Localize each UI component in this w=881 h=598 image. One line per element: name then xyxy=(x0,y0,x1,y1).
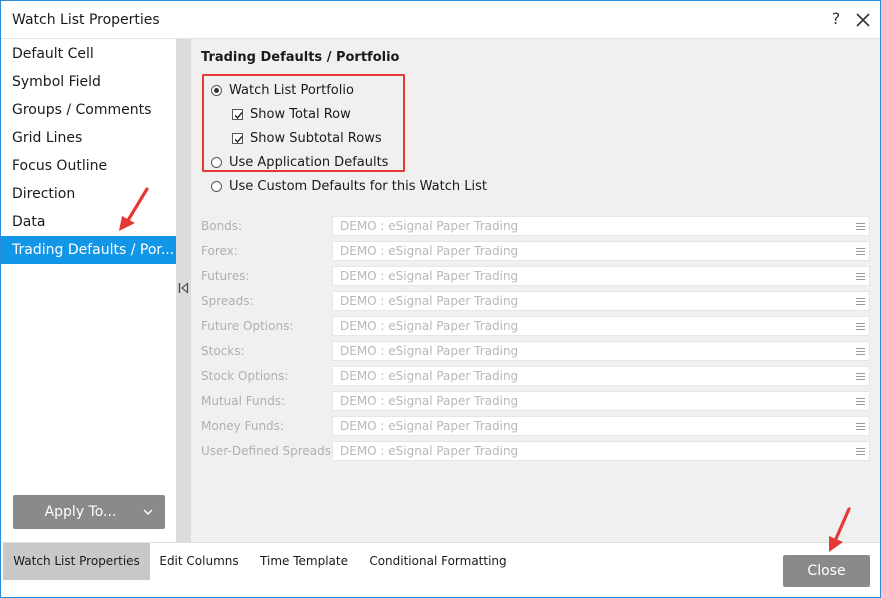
radio-unselected-icon xyxy=(211,181,222,192)
sidebar-item-groups-comments[interactable]: Groups / Comments xyxy=(1,96,176,124)
tab-edit-columns[interactable]: Edit Columns xyxy=(154,543,244,580)
use-custom-defaults-label: Use Custom Defaults for this Watch List xyxy=(229,179,487,194)
stock-options-label: Stock Options: xyxy=(201,369,289,383)
stocks-account-value: DEMO : eSignal Paper Trading xyxy=(340,344,519,358)
close-button[interactable]: Close xyxy=(783,555,870,587)
forex-label: Forex: xyxy=(201,244,238,258)
future-options-account-field[interactable]: DEMO : eSignal Paper Trading xyxy=(332,316,870,336)
menu-icon[interactable] xyxy=(856,372,865,381)
stock-options-account-value: DEMO : eSignal Paper Trading xyxy=(340,369,519,383)
watch-list-properties-dialog: Watch List Properties ? Default Cell Sym… xyxy=(0,0,881,598)
spreads-label: Spreads: xyxy=(201,294,254,308)
radio-unselected-icon xyxy=(211,157,222,168)
dialog-title: Watch List Properties xyxy=(12,12,160,28)
futures-label: Futures: xyxy=(201,269,250,283)
sidebar-item-grid-lines[interactable]: Grid Lines xyxy=(1,124,176,152)
spreads-account-value: DEMO : eSignal Paper Trading xyxy=(340,294,519,308)
bottom-bar: Watch List Properties Edit Columns Time … xyxy=(1,542,880,597)
apply-to-button[interactable]: Apply To... xyxy=(13,495,165,529)
help-button[interactable]: ? xyxy=(827,9,845,28)
stock-options-account-field[interactable]: DEMO : eSignal Paper Trading xyxy=(332,366,870,386)
radio-selected-icon xyxy=(211,85,222,96)
money-funds-account-value: DEMO : eSignal Paper Trading xyxy=(340,419,519,433)
section-title: Trading Defaults / Portfolio xyxy=(201,50,400,65)
mutual-funds-label: Mutual Funds: xyxy=(201,394,286,408)
future-options-label: Future Options: xyxy=(201,319,294,333)
trading-defaults-panel: Trading Defaults / Portfolio Watch List … xyxy=(191,39,880,542)
menu-icon[interactable] xyxy=(856,397,865,406)
stocks-label: Stocks: xyxy=(201,344,245,358)
use-application-defaults-label: Use Application Defaults xyxy=(229,155,389,170)
menu-icon[interactable] xyxy=(856,222,865,231)
sidebar-item-focus-outline[interactable]: Focus Outline xyxy=(1,152,176,180)
futures-account-value: DEMO : eSignal Paper Trading xyxy=(340,269,519,283)
panel-splitter[interactable] xyxy=(176,39,191,542)
user-defined-spreads-label: User-Defined Spreads: xyxy=(201,444,336,458)
tab-watch-list-properties[interactable]: Watch List Properties xyxy=(3,543,150,580)
money-funds-account-field[interactable]: DEMO : eSignal Paper Trading xyxy=(332,416,870,436)
stocks-account-field[interactable]: DEMO : eSignal Paper Trading xyxy=(332,341,870,361)
show-subtotal-rows-label: Show Subtotal Rows xyxy=(250,131,382,146)
menu-icon[interactable] xyxy=(856,272,865,281)
close-icon[interactable] xyxy=(853,10,873,30)
menu-icon[interactable] xyxy=(856,447,865,456)
bonds-account-field[interactable]: DEMO : eSignal Paper Trading xyxy=(332,216,870,236)
user-defined-spreads-account-value: DEMO : eSignal Paper Trading xyxy=(340,444,519,458)
sidebar-item-direction[interactable]: Direction xyxy=(1,180,176,208)
show-total-row-label: Show Total Row xyxy=(250,107,351,122)
future-options-account-value: DEMO : eSignal Paper Trading xyxy=(340,319,519,333)
mutual-funds-account-field[interactable]: DEMO : eSignal Paper Trading xyxy=(332,391,870,411)
checkbox-checked-icon xyxy=(232,109,243,120)
tab-conditional-formatting[interactable]: Conditional Formatting xyxy=(367,543,509,580)
forex-account-value: DEMO : eSignal Paper Trading xyxy=(340,244,519,258)
chevron-down-icon[interactable] xyxy=(142,506,154,518)
sidebar-item-trading-defaults[interactable]: Trading Defaults / Por... xyxy=(1,236,176,264)
sidebar-item-symbol-field[interactable]: Symbol Field xyxy=(1,68,176,96)
money-funds-label: Money Funds: xyxy=(201,419,284,433)
tab-time-template[interactable]: Time Template xyxy=(257,543,351,580)
menu-icon[interactable] xyxy=(856,347,865,356)
watch-list-portfolio-label: Watch List Portfolio xyxy=(229,83,354,98)
sidebar-item-data[interactable]: Data xyxy=(1,208,176,236)
title-bar: Watch List Properties ? xyxy=(1,1,880,39)
checkbox-checked-icon xyxy=(232,133,243,144)
bonds-account-value: DEMO : eSignal Paper Trading xyxy=(340,219,519,233)
mutual-funds-account-value: DEMO : eSignal Paper Trading xyxy=(340,394,519,408)
spreads-account-field[interactable]: DEMO : eSignal Paper Trading xyxy=(332,291,870,311)
collapse-panel-icon[interactable] xyxy=(178,282,189,294)
sidebar: Default Cell Symbol Field Groups / Comme… xyxy=(1,39,176,542)
menu-icon[interactable] xyxy=(856,422,865,431)
menu-icon[interactable] xyxy=(856,297,865,306)
bonds-label: Bonds: xyxy=(201,219,243,233)
menu-icon[interactable] xyxy=(856,247,865,256)
user-defined-spreads-account-field[interactable]: DEMO : eSignal Paper Trading xyxy=(332,441,870,461)
apply-to-label: Apply To... xyxy=(44,504,117,520)
futures-account-field[interactable]: DEMO : eSignal Paper Trading xyxy=(332,266,870,286)
forex-account-field[interactable]: DEMO : eSignal Paper Trading xyxy=(332,241,870,261)
sidebar-item-default-cell[interactable]: Default Cell xyxy=(1,40,176,68)
menu-icon[interactable] xyxy=(856,322,865,331)
